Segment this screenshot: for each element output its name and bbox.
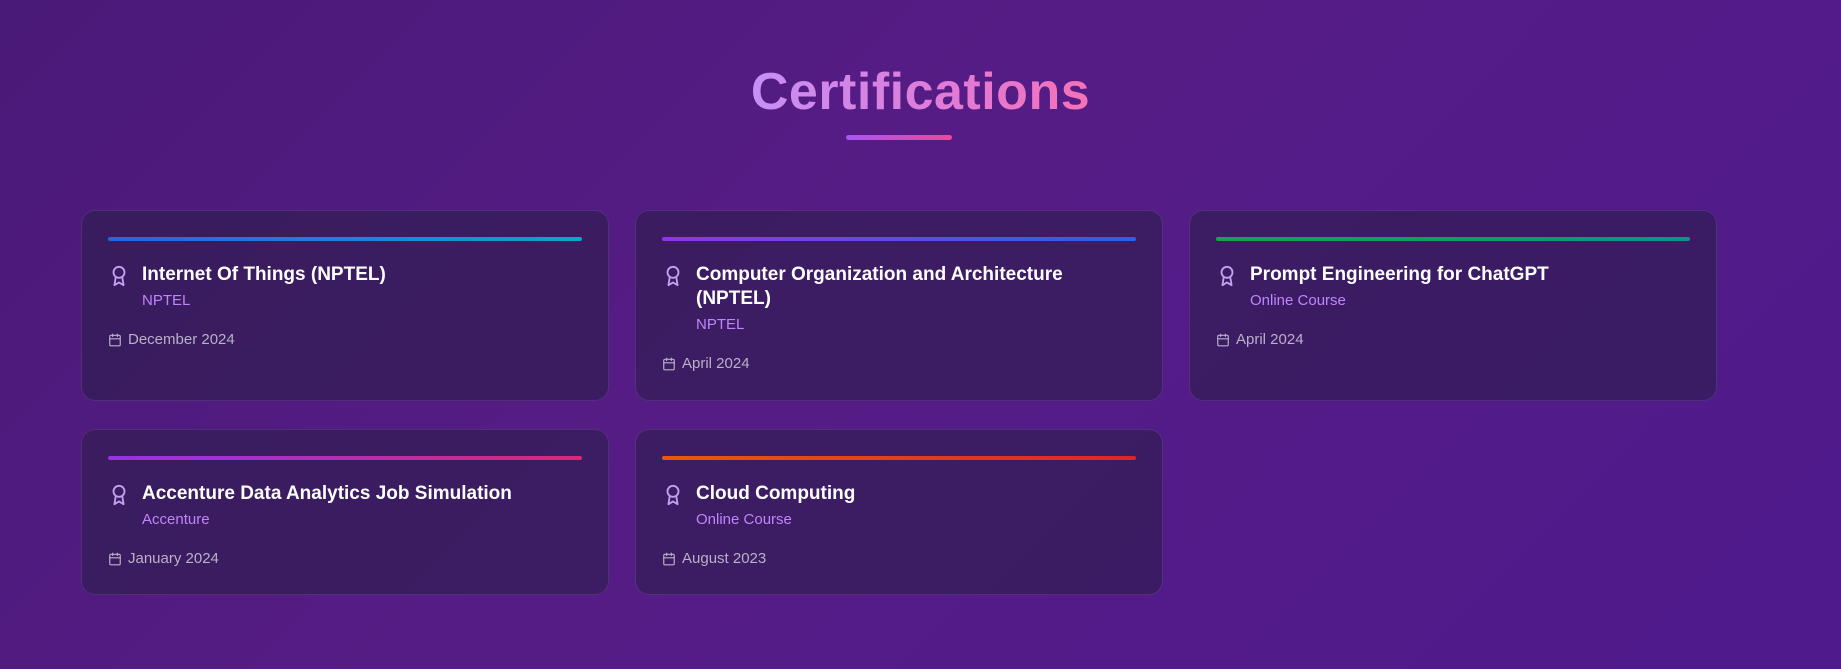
certification-title: Cloud Computing <box>696 483 856 504</box>
certification-card: Accenture Data Analytics Job Simulation … <box>81 429 609 595</box>
certification-issuer: NPTEL <box>142 292 191 309</box>
calendar-icon <box>663 357 675 371</box>
card-accent-bar <box>108 456 582 460</box>
certification-date: August 2023 <box>682 550 767 567</box>
card-accent-bar <box>108 237 582 241</box>
award-icon <box>666 484 680 506</box>
award-icon <box>1220 265 1234 287</box>
calendar-icon <box>1217 333 1229 347</box>
certification-date: April 2024 <box>682 355 750 372</box>
certification-card: Computer Organization and Architecture (… <box>635 210 1163 401</box>
certification-issuer: Accenture <box>142 511 210 528</box>
award-icon <box>112 265 126 287</box>
certifications-grid: Internet Of Things (NPTEL) NPTEL Decembe… <box>81 210 1717 595</box>
certification-issuer: Online Course <box>696 511 792 528</box>
calendar-icon <box>663 552 675 566</box>
certification-issuer: Online Course <box>1250 292 1346 309</box>
certification-title: Computer Organization and Architecture (… <box>696 264 1063 309</box>
certification-card: Cloud Computing Online Course August 202… <box>635 429 1163 595</box>
certification-card: Internet Of Things (NPTEL) NPTEL Decembe… <box>81 210 609 401</box>
certification-date: December 2024 <box>128 331 235 348</box>
title-underline <box>846 135 952 140</box>
section-title-text: Certifications <box>750 63 1091 121</box>
certification-issuer: NPTEL <box>696 316 745 333</box>
certification-title: Prompt Engineering for ChatGPT <box>1250 264 1549 285</box>
award-icon <box>112 484 126 506</box>
section-title: Certifications <box>0 62 1841 122</box>
certification-card: Prompt Engineering for ChatGPT Online Co… <box>1189 210 1717 401</box>
certification-date: January 2024 <box>128 550 219 567</box>
card-accent-bar <box>1216 237 1690 241</box>
certification-title: Internet Of Things (NPTEL) <box>142 264 386 285</box>
award-icon <box>666 265 680 287</box>
card-accent-bar <box>662 237 1136 241</box>
card-accent-bar <box>662 456 1136 460</box>
certification-date: April 2024 <box>1236 331 1304 348</box>
certification-title: Accenture Data Analytics Job Simulation <box>142 483 512 504</box>
calendar-icon <box>109 333 121 347</box>
calendar-icon <box>109 552 121 566</box>
